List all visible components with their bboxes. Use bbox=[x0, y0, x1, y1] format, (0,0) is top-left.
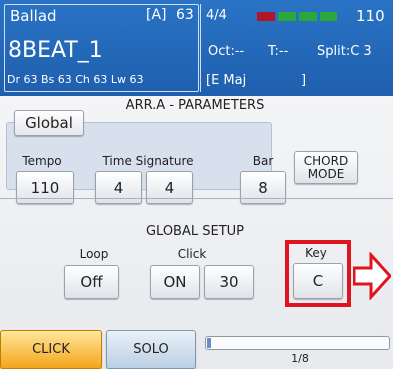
chord-display: [E Maj bbox=[206, 73, 247, 88]
click-tab[interactable]: CLICK bbox=[0, 330, 102, 369]
time-signature-display: 4/4 bbox=[206, 8, 227, 23]
section-divider bbox=[0, 198, 393, 199]
loop-button[interactable]: Off bbox=[64, 265, 119, 299]
bar-label: Bar bbox=[252, 154, 274, 168]
key-highlight-box bbox=[285, 240, 351, 307]
bar-progress-fill bbox=[207, 338, 211, 348]
time-sig-numerator-button[interactable]: 4 bbox=[95, 171, 142, 204]
time-signature-label: Time Signature bbox=[102, 154, 194, 168]
header-divider bbox=[200, 4, 201, 92]
octave-display: Oct:-- bbox=[208, 44, 245, 59]
chord-mode-button[interactable]: CHORD MODE bbox=[294, 151, 358, 184]
beat-led bbox=[278, 12, 296, 21]
style-name: Ballad bbox=[10, 7, 57, 25]
tempo-label: Tempo bbox=[22, 154, 62, 168]
global-setup-title: GLOBAL SETUP bbox=[145, 224, 245, 239]
split-display: Split:C 3 bbox=[317, 44, 372, 59]
click-label: Click bbox=[177, 247, 207, 261]
variation-label: [A] bbox=[146, 7, 167, 23]
bar-progress bbox=[205, 336, 390, 350]
bar-button[interactable]: 8 bbox=[240, 171, 286, 204]
chord-display-close: ] bbox=[301, 73, 307, 88]
tempo-button[interactable]: 110 bbox=[16, 171, 74, 204]
beat-led bbox=[257, 12, 275, 21]
beat-led bbox=[299, 12, 317, 21]
arr-params-title: ARR.A - PARAMETERS bbox=[125, 98, 265, 113]
song-name: 8BEAT_1 bbox=[8, 38, 103, 63]
click-on-button[interactable]: ON bbox=[150, 265, 200, 299]
loop-label: Loop bbox=[79, 247, 109, 261]
beat-indicator bbox=[257, 12, 337, 21]
transpose-display: T:-- bbox=[268, 44, 289, 59]
bpm-display: 110 bbox=[356, 7, 385, 25]
style-tempo: 63 bbox=[176, 7, 194, 23]
click-volume-button[interactable]: 30 bbox=[204, 265, 254, 299]
solo-tab[interactable]: SOLO bbox=[106, 330, 196, 369]
time-sig-denominator-button[interactable]: 4 bbox=[146, 171, 193, 204]
bar-progress-label: 1/8 bbox=[291, 352, 309, 365]
global-tab[interactable]: Global bbox=[14, 110, 84, 136]
red-arrow-icon bbox=[353, 252, 391, 300]
mixer-levels: Dr 63 Bs 63 Ch 63 Lw 63 bbox=[7, 73, 144, 86]
beat-led bbox=[320, 12, 337, 21]
